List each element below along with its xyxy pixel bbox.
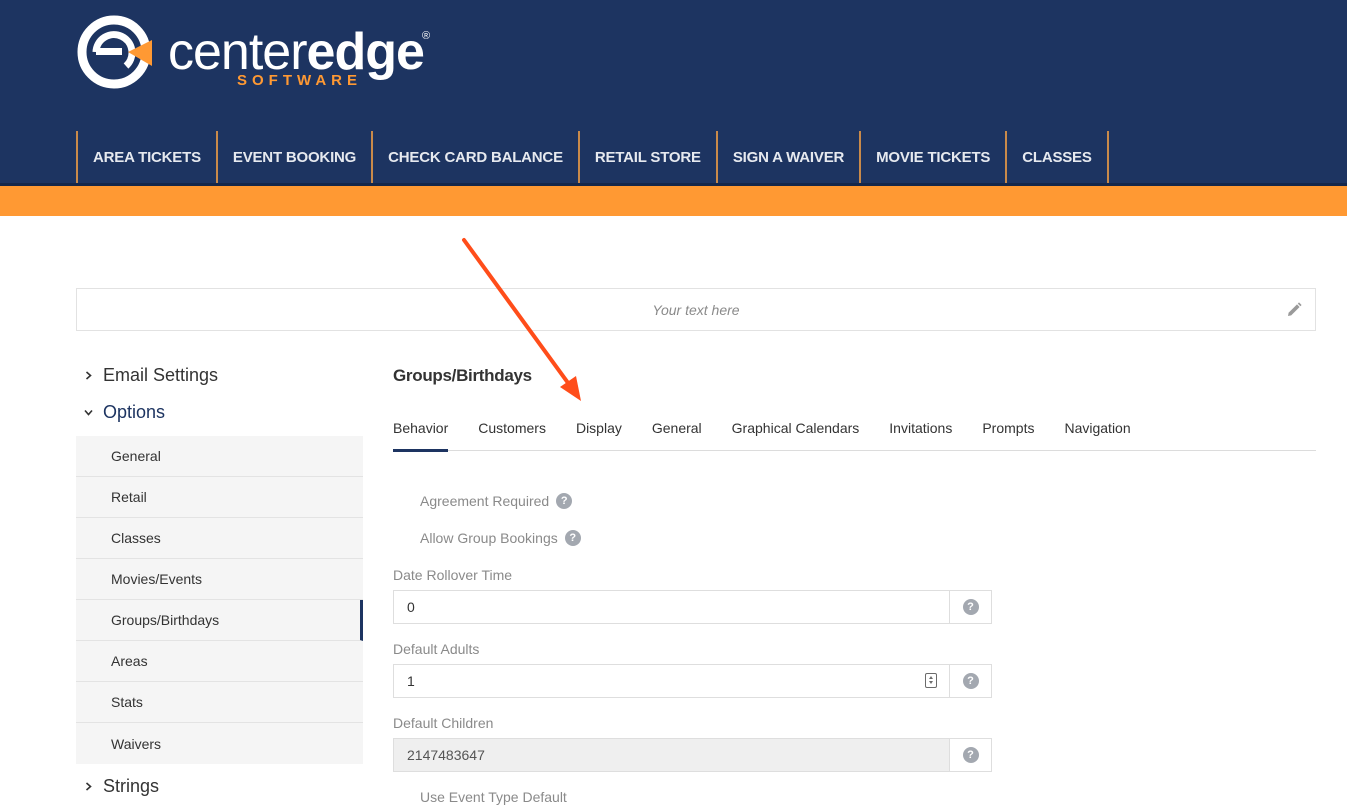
sidebar-options[interactable]: Options xyxy=(84,402,165,423)
brand-subtitle: SOFTWARE xyxy=(237,72,362,89)
sidebar-item-general[interactable]: General xyxy=(76,436,363,477)
pencil-icon[interactable] xyxy=(1285,301,1303,319)
centeredge-logo-icon xyxy=(77,15,152,89)
sidebar-item-areas[interactable]: Areas xyxy=(76,641,363,682)
help-button[interactable]: ? xyxy=(950,665,991,697)
default-children-label: Default Children xyxy=(393,715,494,731)
nav-movie-tickets[interactable]: MOVIE TICKETS xyxy=(861,131,1008,183)
default-children-field: 2147483647 ? xyxy=(393,738,992,772)
sidebar-item-stats[interactable]: Stats xyxy=(76,682,363,723)
settings-tabs: Behavior Customers Display General Graph… xyxy=(393,404,1316,452)
nav-event-booking[interactable]: EVENT BOOKING xyxy=(218,131,374,183)
tab-customers[interactable]: Customers xyxy=(478,404,546,451)
sidebar-item-retail[interactable]: Retail xyxy=(76,477,363,518)
tab-display[interactable]: Display xyxy=(576,404,622,451)
sidebar-strings[interactable]: Strings xyxy=(84,776,159,797)
sidebar-email-settings-label: Email Settings xyxy=(103,365,219,385)
use-event-type-default-label: Use Event Type Default xyxy=(420,789,567,805)
default-children-input: 2147483647 xyxy=(394,739,950,771)
default-adults-input[interactable]: 1 xyxy=(394,665,950,697)
use-event-type-default-option[interactable]: Use Event Type Default xyxy=(420,789,567,805)
page-title: Groups/Birthdays xyxy=(393,366,532,385)
sidebar-item-classes[interactable]: Classes xyxy=(76,518,363,559)
nav-retail-store[interactable]: RETAIL STORE xyxy=(580,131,718,183)
sidebar-item-movies-events[interactable]: Movies/Events xyxy=(76,559,363,600)
default-adults-label: Default Adults xyxy=(393,641,480,657)
chevron-right-icon xyxy=(85,371,92,380)
sidebar-options-label: Options xyxy=(103,402,166,422)
agreement-required-label: Agreement Required xyxy=(420,493,550,509)
accent-bar xyxy=(0,186,1347,216)
allow-group-bookings-option[interactable]: Allow Group Bookings ? xyxy=(420,530,581,546)
sidebar-strings-label: Strings xyxy=(103,776,160,796)
default-adults-field: 1 ? xyxy=(393,664,992,698)
tab-behavior[interactable]: Behavior xyxy=(393,404,449,452)
tab-graphical-calendars[interactable]: Graphical Calendars xyxy=(732,404,860,451)
help-icon[interactable]: ? xyxy=(564,530,581,546)
brand-name: centeredge xyxy=(168,23,425,81)
banner-placeholder: Your text here xyxy=(652,301,740,318)
date-rollover-input[interactable]: 0 xyxy=(394,591,950,623)
main-nav: AREA TICKETS EVENT BOOKING CHECK CARD BA… xyxy=(76,131,1109,183)
tab-invitations[interactable]: Invitations xyxy=(889,404,952,451)
editable-banner[interactable]: Your text here xyxy=(76,288,1316,331)
nav-sign-a-waiver[interactable]: SIGN A WAIVER xyxy=(718,131,862,183)
registered-mark: ® xyxy=(422,30,431,42)
tab-prompts[interactable]: Prompts xyxy=(982,404,1034,451)
help-icon: ? xyxy=(962,673,979,689)
allow-group-bookings-label: Allow Group Bookings xyxy=(420,530,558,546)
nav-check-card-balance[interactable]: CHECK CARD BALANCE xyxy=(373,131,580,183)
brand-logo[interactable]: centeredge ® SOFTWARE xyxy=(76,14,446,90)
nav-area-tickets[interactable]: AREA TICKETS xyxy=(78,131,218,183)
chevron-right-icon xyxy=(85,782,92,791)
sidebar-email-settings[interactable]: Email Settings xyxy=(84,365,218,386)
help-icon[interactable]: ? xyxy=(556,493,573,509)
help-icon: ? xyxy=(962,747,979,763)
date-rollover-label: Date Rollover Time xyxy=(393,567,513,583)
tab-general[interactable]: General xyxy=(652,404,702,451)
help-icon: ? xyxy=(962,599,979,615)
sidebar-item-waivers[interactable]: Waivers xyxy=(76,723,363,764)
tab-navigation[interactable]: Navigation xyxy=(1064,404,1130,451)
help-button[interactable]: ? xyxy=(950,591,991,623)
nav-classes[interactable]: CLASSES xyxy=(1007,131,1109,183)
help-button[interactable]: ? xyxy=(950,739,991,771)
sidebar-item-groups-birthdays[interactable]: Groups/Birthdays xyxy=(76,600,363,641)
date-rollover-field: 0 ? xyxy=(393,590,992,624)
agreement-required-option[interactable]: Agreement Required ? xyxy=(420,493,573,509)
options-submenu: General Retail Classes Movies/Events Gro… xyxy=(76,436,363,764)
chevron-down-icon xyxy=(84,409,93,416)
number-spinner-icon[interactable] xyxy=(925,673,937,688)
